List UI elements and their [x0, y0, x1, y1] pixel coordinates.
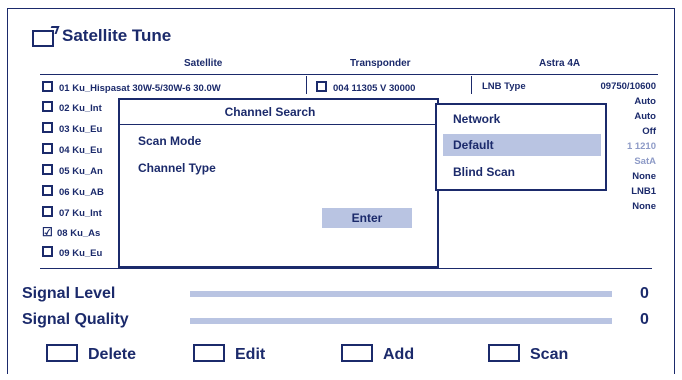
top-strip [0, 0, 682, 8]
scan-button[interactable]: Scan [488, 344, 569, 363]
satellite-tv-icon [32, 30, 54, 47]
column-header-transponder: Transponder [350, 58, 411, 69]
checkbox[interactable] [42, 164, 53, 175]
list-item[interactable]: 07 Ku_Int [42, 206, 102, 219]
transponder-item[interactable]: 004 11305 V 30000 [316, 81, 415, 94]
checkbox[interactable] [42, 246, 53, 257]
signal-level-bar [190, 291, 612, 297]
param-value[interactable]: Auto [634, 111, 656, 122]
lnb-type-label: LNB Type [482, 81, 526, 92]
checkbox[interactable] [42, 206, 53, 217]
add-button[interactable]: Add [341, 344, 415, 363]
column-header-satellite: Satellite [184, 58, 223, 69]
blue-key-icon [488, 344, 520, 362]
delete-label: Delete [88, 346, 137, 363]
header-divider [40, 74, 658, 75]
list-item[interactable]: 02 Ku_Int [42, 101, 102, 114]
list-item-label: 04 Ku_Eu [59, 145, 103, 156]
transponder-label: 004 11305 V 30000 [333, 83, 416, 94]
signal-level-value: 0 [640, 285, 649, 302]
list-item-label: 02 Ku_Int [59, 103, 102, 114]
checkbox[interactable] [42, 185, 53, 196]
dropdown-option-default[interactable]: Default [443, 134, 601, 156]
edit-button[interactable]: Edit [193, 344, 266, 363]
list-item-label: 03 Ku_Eu [59, 124, 103, 135]
column-header-satellite-name: Astra 4A [539, 58, 581, 69]
signal-level-label: Signal Level [22, 285, 116, 302]
green-key-icon [193, 344, 225, 362]
checkbox[interactable] [42, 143, 53, 154]
add-label: Add [383, 346, 415, 363]
scan-mode-dropdown[interactable]: Network Default Blind Scan [435, 103, 607, 191]
lnb-type-value[interactable]: 09750/10600 [601, 81, 656, 92]
param-value[interactable]: None [632, 201, 656, 212]
scan-mode-label: Scan Mode [138, 134, 202, 148]
checkbox[interactable] [42, 122, 53, 133]
param-value[interactable]: LNB1 [631, 186, 656, 197]
signal-quality-value: 0 [640, 311, 649, 328]
column-divider-1 [306, 76, 307, 94]
param-value[interactable]: Auto [634, 96, 656, 107]
checkbox[interactable] [42, 101, 53, 112]
dialog-title: Channel Search [224, 105, 316, 119]
enter-button[interactable]: Enter [322, 208, 412, 228]
param-value[interactable]: SatA [634, 156, 656, 167]
page-title: Satellite Tune [62, 26, 172, 45]
delete-button[interactable]: Delete [46, 344, 137, 363]
list-item-label: 07 Ku_Int [59, 208, 102, 219]
edit-label: Edit [235, 346, 266, 363]
param-value[interactable]: Off [642, 126, 656, 137]
dialog-divider [120, 124, 439, 125]
list-item[interactable]: 06 Ku_AB [42, 185, 104, 198]
checkbox[interactable] [42, 81, 53, 92]
list-item-label: 09 Ku_Eu [59, 248, 103, 259]
dropdown-option-network[interactable]: Network [443, 108, 601, 130]
dropdown-option-blind-scan[interactable]: Blind Scan [443, 161, 601, 183]
list-item[interactable]: 05 Ku_An [42, 164, 103, 177]
list-item-label: 08 Ku_As [57, 228, 101, 239]
list-bottom-divider [40, 268, 652, 269]
red-key-icon [46, 344, 78, 362]
list-item[interactable]: 01 Ku_Hispasat 30W-5/30W-6 30.0W [42, 81, 221, 94]
scan-label: Scan [530, 346, 569, 363]
list-item[interactable]: 04 Ku_Eu [42, 143, 102, 156]
list-item[interactable]: ☑ 08 Ku_As [42, 225, 100, 239]
channel-type-label: Channel Type [138, 161, 216, 175]
param-value[interactable]: 1 1210 [627, 141, 656, 152]
list-item-label: 01 Ku_Hispasat 30W-5/30W-6 30.0W [59, 83, 221, 94]
channel-search-dialog: Channel Search Scan Mode Channel Type En… [118, 98, 439, 268]
signal-quality-bar [190, 318, 612, 324]
list-item[interactable]: 03 Ku_Eu [42, 122, 102, 135]
list-item[interactable]: 09 Ku_Eu [42, 246, 102, 259]
signal-quality-label: Signal Quality [22, 311, 129, 328]
yellow-key-icon [341, 344, 373, 362]
column-divider-2 [471, 76, 472, 94]
param-value[interactable]: None [632, 171, 656, 182]
checkmark-icon[interactable]: ☑ [42, 225, 53, 239]
checkbox[interactable] [316, 81, 327, 92]
list-item-label: 05 Ku_An [59, 166, 103, 177]
list-item-label: 06 Ku_AB [59, 187, 104, 198]
